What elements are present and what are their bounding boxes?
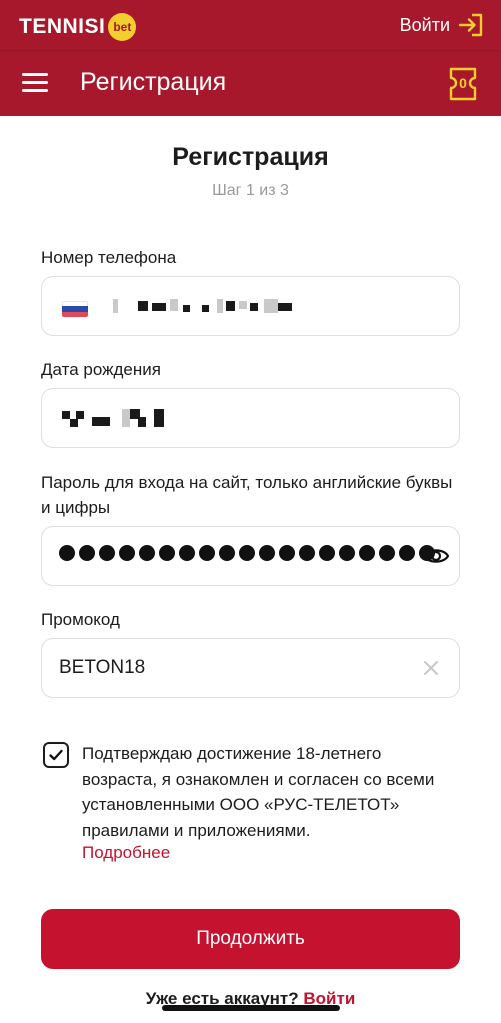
agreement-text: Подтверждаю достижение 18-летнего возрас… (82, 744, 435, 840)
password-dot (279, 545, 295, 561)
home-indicator (162, 1005, 340, 1011)
password-label: Пароль для входа на сайт, только английс… (41, 473, 453, 517)
password-dot (159, 545, 175, 561)
password-masked-dots (59, 545, 435, 561)
password-dot (59, 545, 75, 561)
logo-badge: bet (108, 13, 137, 41)
top-bar: TENNISI bet Войти (0, 0, 501, 50)
promo-label: Промокод (41, 610, 120, 629)
nav-title: Регистрация (80, 68, 227, 96)
continue-button[interactable]: Продолжить (41, 909, 460, 969)
tennisi-logo[interactable]: TENNISI bet (19, 13, 137, 41)
bet-slip-count: 0 (459, 75, 467, 91)
agreement-checkbox[interactable] (43, 742, 69, 768)
password-dot (199, 545, 215, 561)
password-dot (299, 545, 315, 561)
login-arrow-icon (458, 13, 483, 37)
birthdate-field[interactable] (41, 388, 460, 448)
bet-slip-button[interactable]: 0 (447, 66, 479, 102)
eye-icon[interactable] (422, 545, 450, 567)
password-dot (179, 545, 195, 561)
hamburger-menu-icon[interactable] (22, 73, 48, 93)
phone-label: Номер телефона (41, 248, 177, 267)
password-dot (79, 545, 95, 561)
nav-bar: Регистрация 0 (0, 50, 501, 116)
checkmark-icon (49, 749, 63, 761)
password-dot (219, 545, 235, 561)
russia-flag-icon[interactable] (62, 301, 88, 317)
password-dot (259, 545, 275, 561)
page-title: Регистрация (172, 143, 329, 171)
password-dot (139, 545, 155, 561)
step-indicator: Шаг 1 из 3 (212, 182, 289, 199)
clear-icon[interactable] (422, 659, 440, 677)
agreement-more-link[interactable]: Подробнее (82, 843, 170, 863)
logo-text: TENNISI (19, 15, 106, 38)
password-dot (339, 545, 355, 561)
password-dot (239, 545, 255, 561)
password-dot (119, 545, 135, 561)
phone-field[interactable] (41, 276, 460, 336)
password-dot (379, 545, 395, 561)
password-dot (319, 545, 335, 561)
password-dot (399, 545, 415, 561)
header-login-label: Войти (399, 14, 450, 35)
password-dot (99, 545, 115, 561)
promo-input[interactable] (59, 639, 399, 697)
birthdate-label: Дата рождения (41, 360, 161, 379)
promo-field[interactable] (41, 638, 460, 698)
password-dot (359, 545, 375, 561)
password-field[interactable] (41, 526, 460, 586)
header-login-button[interactable]: Войти (400, 13, 484, 37)
